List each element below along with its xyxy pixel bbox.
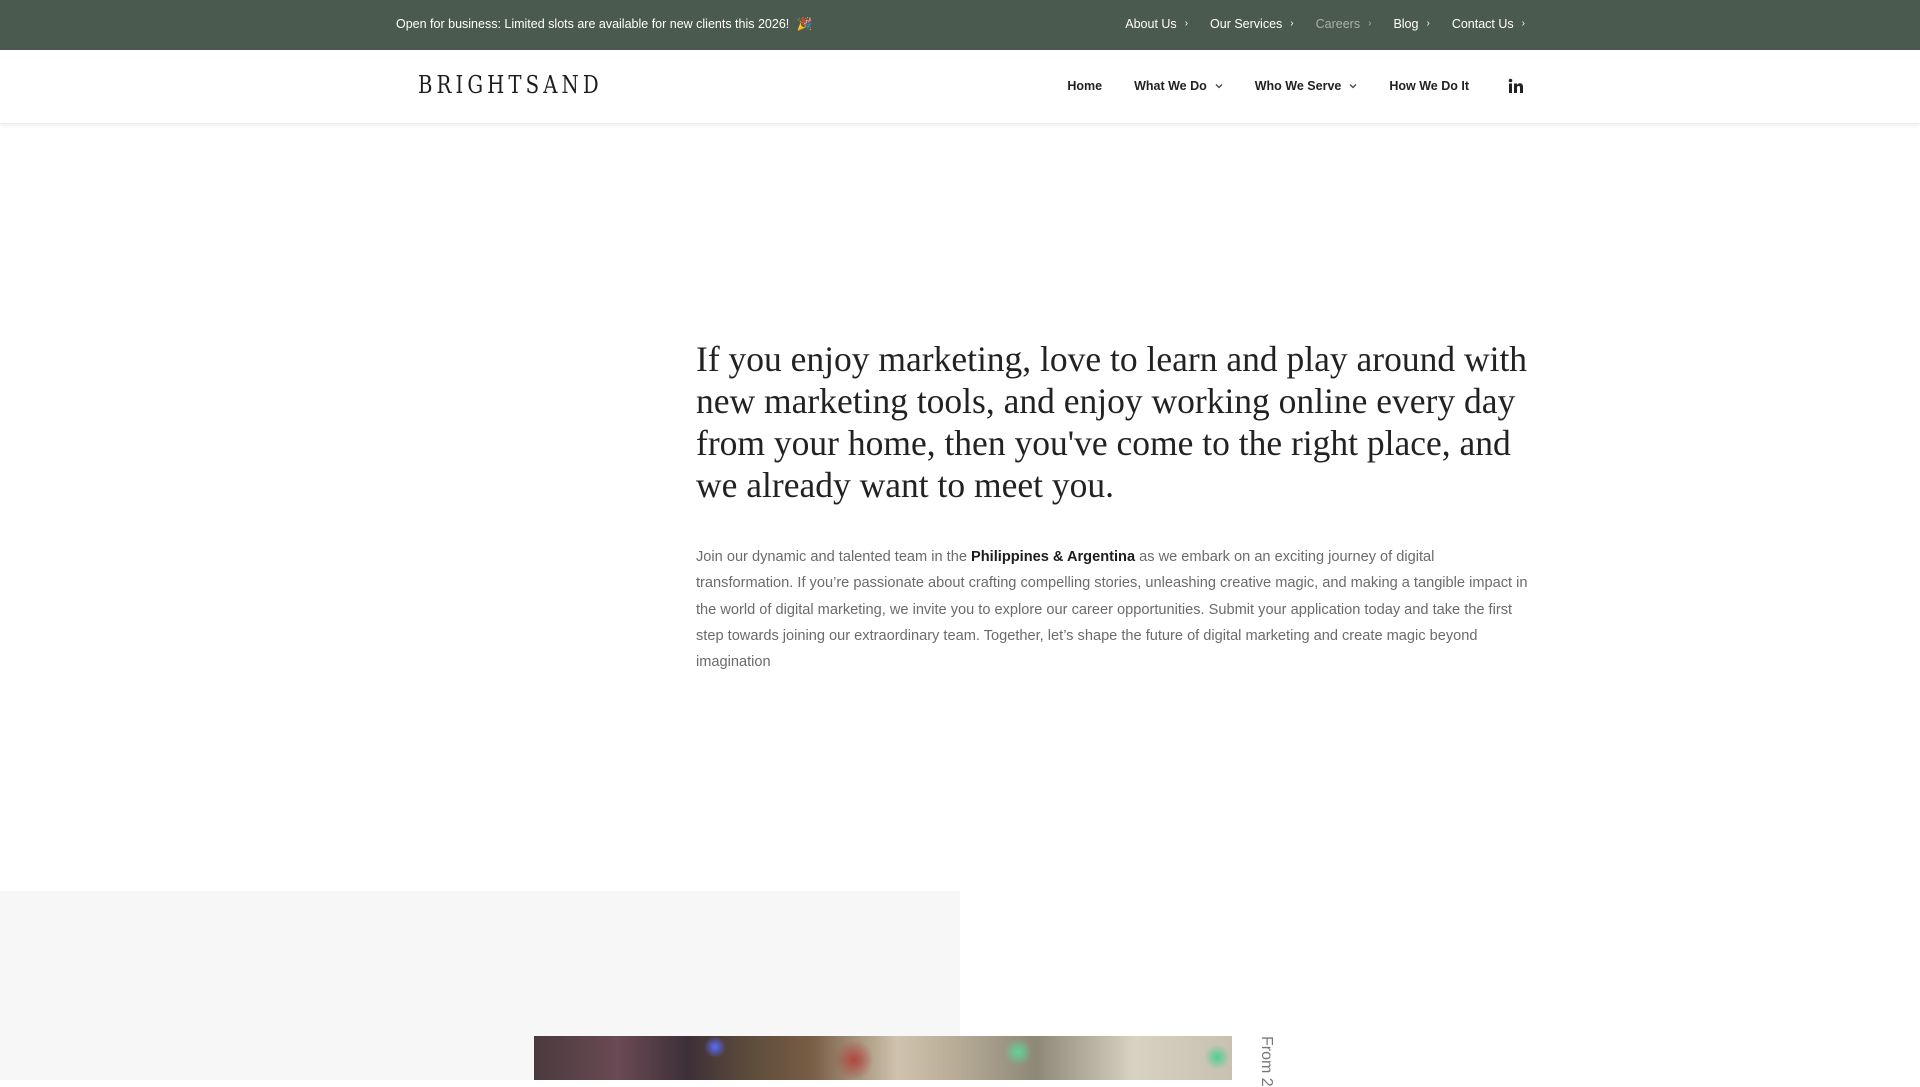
top-nav-contact-us[interactable]: Contact Us › (1452, 17, 1525, 31)
top-nav-our-services[interactable]: Our Services › (1210, 17, 1294, 31)
nav-what-we-do[interactable]: What We Do (1134, 79, 1223, 93)
chevron-right-icon: › (1290, 18, 1294, 29)
top-nav: About Us › Our Services › Careers › Blog… (1103, 17, 1525, 31)
vertical-caption: From 2 (1258, 1036, 1275, 1087)
nav-label: How We Do It (1389, 79, 1469, 93)
nav-who-we-serve[interactable]: Who We Serve (1255, 79, 1358, 93)
hero-body-intro: Join our dynamic and talented team in th… (696, 549, 972, 565)
lamp-glow-blue (704, 1036, 726, 1058)
chevron-right-icon: › (1521, 18, 1525, 29)
nav-how-we-do-it[interactable]: How We Do It (1389, 79, 1469, 93)
main-nav: Home What We Do Who We Serve How We Do I… (1035, 77, 1525, 95)
top-nav-label: About Us (1125, 17, 1177, 31)
top-nav-blog[interactable]: Blog › (1393, 17, 1429, 31)
hero-body-rest: as we embark on an exciting journey of d… (696, 549, 1528, 671)
lamp-glow-green (1204, 1044, 1230, 1070)
nav-label: What We Do (1134, 79, 1207, 93)
announcement: Open for business: Limited slots are ava… (396, 17, 812, 32)
chevron-down-icon (1215, 81, 1223, 91)
announcement-text: Open for business: Limited slots are ava… (396, 17, 790, 31)
top-nav-about-us[interactable]: About Us › (1125, 17, 1188, 31)
linkedin-icon[interactable] (1507, 77, 1525, 95)
chevron-right-icon: › (1426, 18, 1430, 29)
top-nav-label: Blog (1393, 17, 1419, 31)
chevron-down-icon (1349, 81, 1357, 91)
announcement-bar: Open for business: Limited slots are ava… (0, 0, 1920, 50)
lamp-glow-green (1004, 1038, 1032, 1066)
chevron-right-icon: › (1184, 18, 1189, 29)
top-nav-label: Contact Us (1451, 17, 1514, 31)
top-nav-careers[interactable]: Careers › (1316, 17, 1372, 31)
site-header: BRIGHTSAND Home What We Do Who We Serve … (0, 50, 1920, 124)
top-nav-label: Careers (1315, 17, 1361, 31)
hero-heading: If you enjoy marketing, love to learn an… (696, 339, 1528, 505)
nav-label: Home (1067, 79, 1103, 93)
chevron-right-icon: › (1368, 18, 1372, 29)
team-photo (534, 1036, 1232, 1080)
party-popper-icon: 🎉 (796, 17, 813, 31)
top-nav-label: Our Services (1210, 17, 1283, 31)
plant-shape (834, 1040, 874, 1080)
logo[interactable]: BRIGHTSAND (418, 71, 603, 99)
nav-label: Who We Serve (1254, 79, 1342, 93)
hero-body-locations: Philippines & Argentina (971, 549, 1136, 565)
nav-home[interactable]: Home (1067, 79, 1102, 93)
hero-body: Join our dynamic and talented team in th… (696, 544, 1530, 675)
